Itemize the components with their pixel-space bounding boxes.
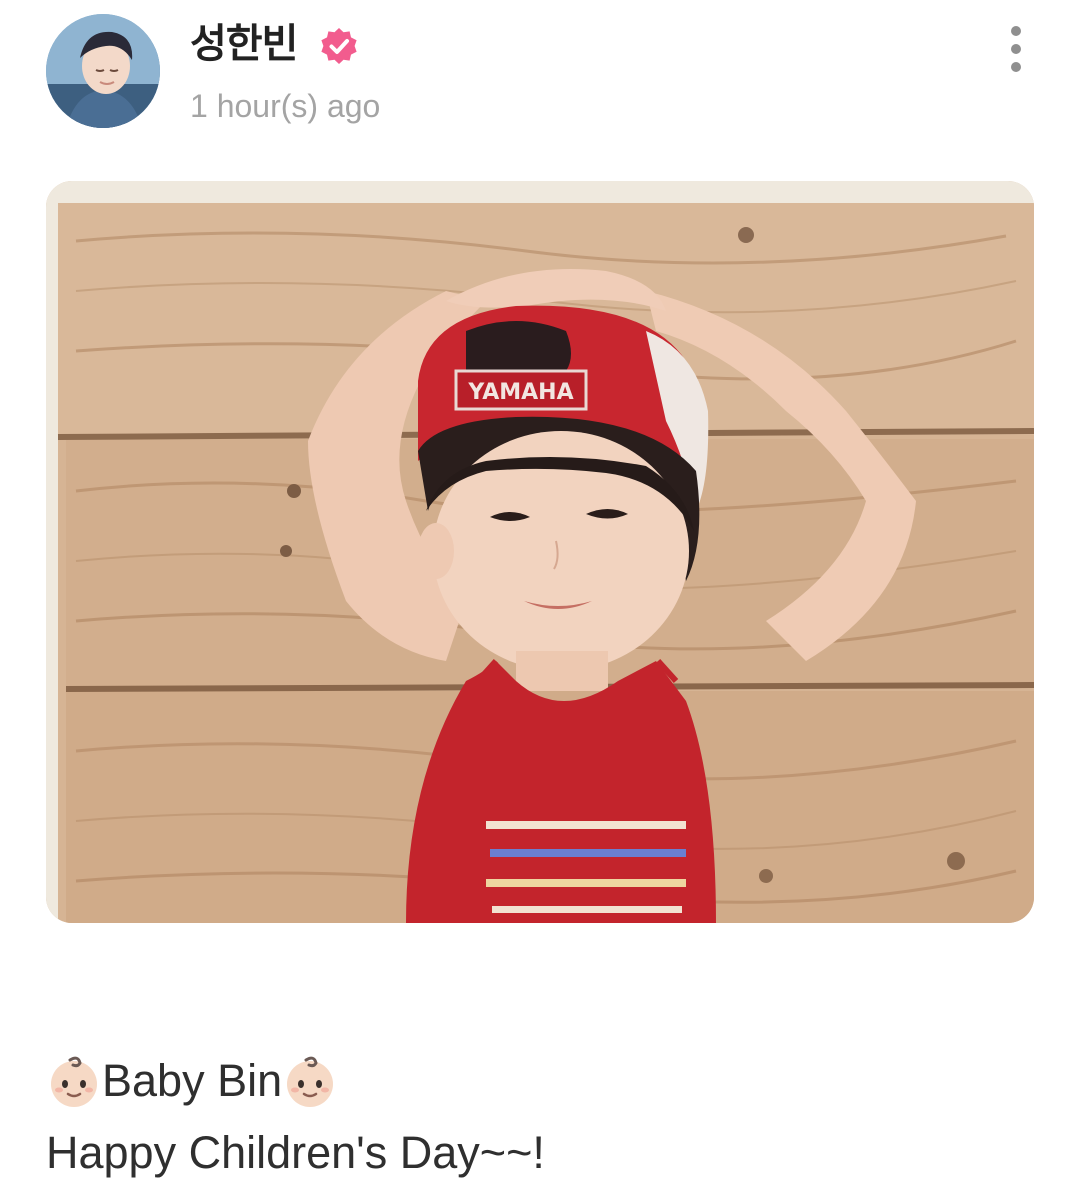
verified-badge-icon [318,26,360,68]
caption-text-baby-bin: Baby Bin [102,1055,283,1106]
caption-line-2: Happy Children's Day~~! [46,1127,545,1178]
post-timestamp: 1 hour(s) ago [190,88,381,124]
post-caption: Baby Bin Happy Children's Day~~! [46,1046,1036,1188]
post-header: 성한빈 1 hour(s) ago [0,0,1080,150]
more-options-button[interactable] [996,22,1036,78]
baby-emoji-icon [51,1056,97,1107]
author-name[interactable]: 성한빈 [190,20,298,68]
cap-logo-text: YAMAHA [467,380,573,405]
post-photo[interactable]: YAMAHA [46,181,1034,923]
author-avatar[interactable] [46,14,160,128]
more-vertical-icon [1011,26,1021,36]
baby-emoji-icon [287,1056,334,1107]
caption-line-1: Baby Bin [46,1046,1036,1116]
